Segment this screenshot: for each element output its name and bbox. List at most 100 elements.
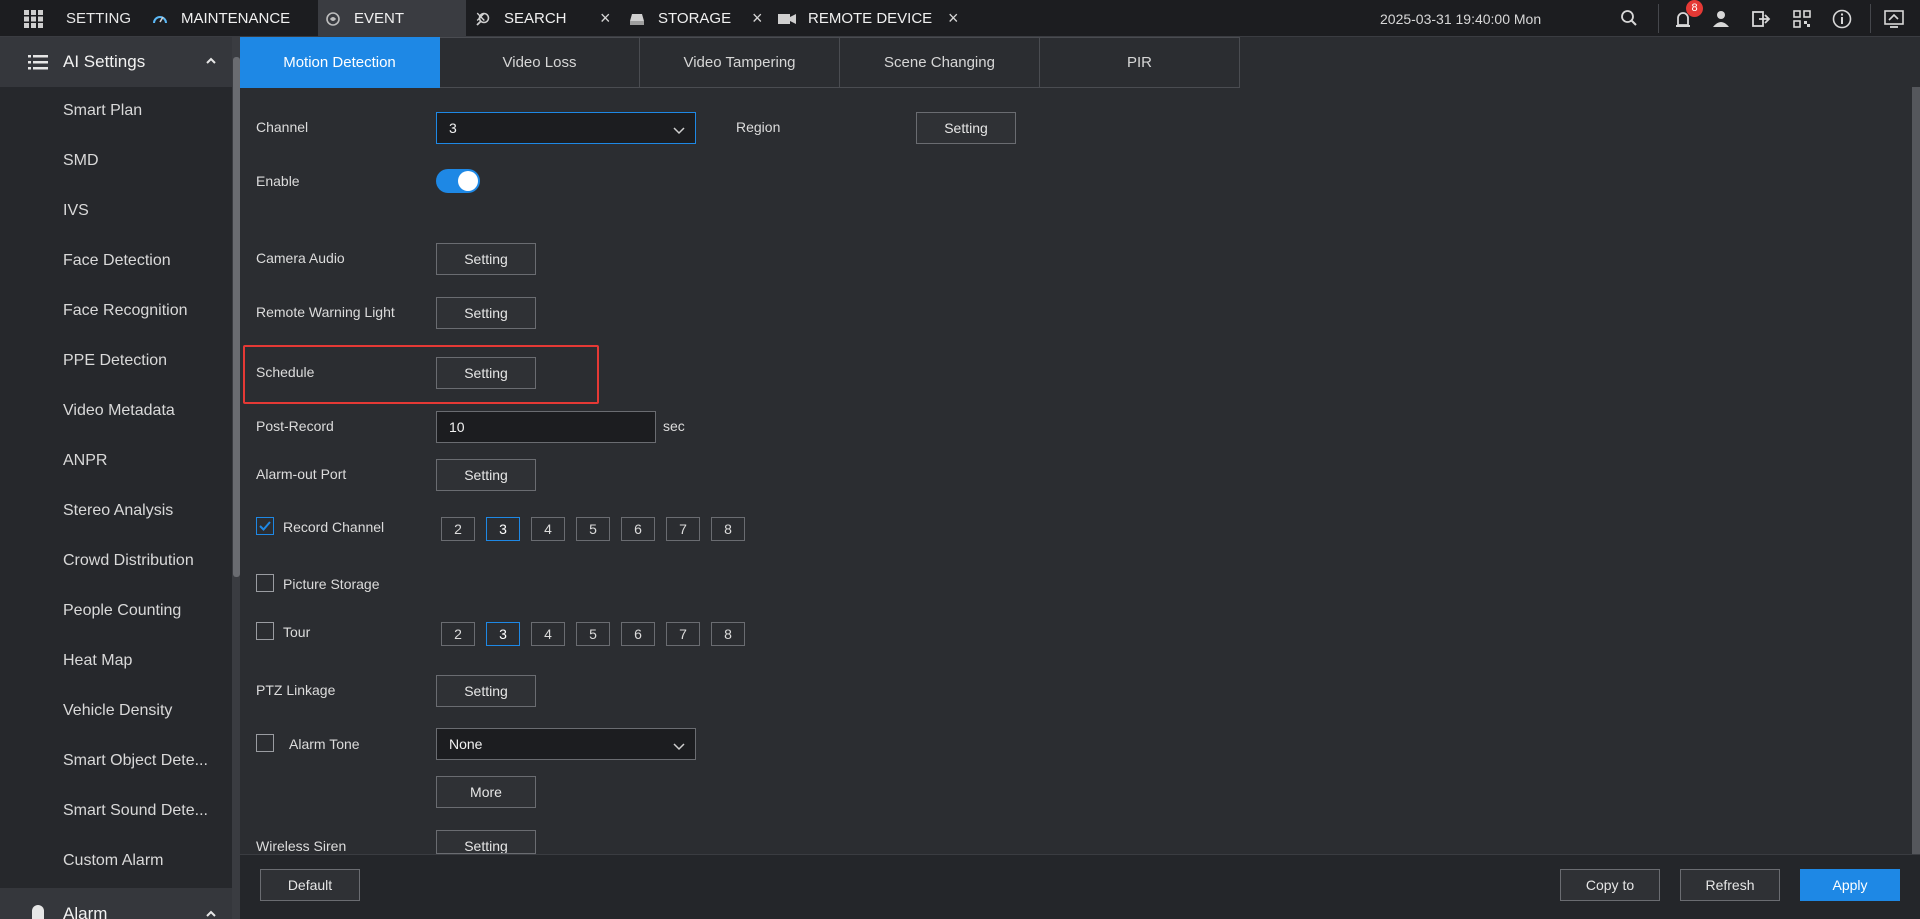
- tour-channel-7[interactable]: 7: [666, 622, 700, 646]
- tour-channel-4[interactable]: 4: [531, 622, 565, 646]
- remote-warning-light-setting-button[interactable]: Setting: [436, 297, 536, 329]
- live-view-icon[interactable]: [1884, 9, 1904, 29]
- enable-label: Enable: [256, 173, 300, 189]
- sidebar-group-label: AI Settings: [63, 52, 146, 71]
- post-record-input[interactable]: 10: [436, 411, 656, 443]
- tour-channel-5[interactable]: 5: [576, 622, 610, 646]
- sidebar-scrollbar-thumb[interactable]: [233, 57, 240, 577]
- post-record-unit: sec: [663, 418, 685, 434]
- enable-toggle[interactable]: [436, 169, 480, 193]
- camera-audio-setting-button[interactable]: Setting: [436, 243, 536, 275]
- chevron-up-icon: [205, 54, 217, 66]
- sidebar-group-alarm[interactable]: Alarm: [0, 888, 232, 919]
- copy-to-button[interactable]: Copy to: [1560, 869, 1660, 901]
- picture-storage-checkbox[interactable]: [256, 574, 274, 592]
- gauge-icon: [151, 10, 169, 28]
- footer-bar: Default Copy to Refresh Apply: [240, 854, 1920, 919]
- main-panel: Motion Detection Video Loss Video Tamper…: [240, 37, 1920, 919]
- sidebar-item-ivs[interactable]: IVS: [63, 202, 89, 220]
- divider: [1658, 4, 1659, 33]
- tour-channel-8[interactable]: 8: [711, 622, 745, 646]
- divider: [1870, 4, 1871, 33]
- schedule-label: Schedule: [256, 364, 315, 380]
- tab-pir[interactable]: PIR: [1040, 37, 1240, 88]
- sidebar-item-heat-map[interactable]: Heat Map: [63, 652, 132, 670]
- sidebar-item-face-recognition[interactable]: Face Recognition: [63, 302, 188, 320]
- top-bar: SETTING MAINTENANCE EVENT × SEARCH × STO…: [0, 0, 1920, 37]
- qr-code-icon[interactable]: [1792, 9, 1812, 29]
- chevron-down-icon: [673, 739, 685, 751]
- record-channel-3[interactable]: 3: [486, 517, 520, 541]
- sidebar-item-custom-alarm[interactable]: Custom Alarm: [63, 852, 163, 870]
- main-scrollbar-thumb[interactable]: [1912, 87, 1920, 867]
- app-grid-icon[interactable]: [24, 10, 44, 28]
- tab-storage[interactable]: STORAGE: [628, 0, 758, 37]
- sidebar-item-anpr[interactable]: ANPR: [63, 452, 107, 470]
- record-channel-5[interactable]: 5: [576, 517, 610, 541]
- wireless-siren-label: Wireless Siren: [256, 838, 347, 854]
- tab-search[interactable]: SEARCH: [474, 0, 614, 37]
- tour-channel-2[interactable]: 2: [441, 622, 475, 646]
- tab-event-label: EVENT: [354, 10, 405, 27]
- main-scrollbar[interactable]: [1912, 87, 1920, 885]
- record-channel-checkbox[interactable]: [256, 517, 274, 535]
- schedule-setting-button[interactable]: Setting: [436, 357, 536, 389]
- datetime: 2025-03-31 19:40:00 Mon: [1380, 11, 1542, 27]
- tab-video-loss[interactable]: Video Loss: [440, 37, 640, 88]
- sidebar-item-smd[interactable]: SMD: [63, 152, 99, 170]
- channel-label: Channel: [256, 119, 309, 135]
- sidebar-item-smart-sound-detection[interactable]: Smart Sound Dete...: [63, 802, 208, 820]
- refresh-button[interactable]: Refresh: [1680, 869, 1780, 901]
- close-icon[interactable]: ×: [600, 8, 611, 29]
- sidebar-item-vehicle-density[interactable]: Vehicle Density: [63, 702, 172, 720]
- region-setting-button[interactable]: Setting: [916, 112, 1016, 144]
- camera-audio-label: Camera Audio: [256, 250, 345, 266]
- alarm-siren-icon: [28, 902, 48, 919]
- channel-select-value: 3: [449, 120, 457, 136]
- sidebar-item-people-counting[interactable]: People Counting: [63, 602, 181, 620]
- record-channel-8[interactable]: 8: [711, 517, 745, 541]
- sidebar-item-crowd-distribution[interactable]: Crowd Distribution: [63, 552, 194, 570]
- more-button[interactable]: More: [436, 776, 536, 808]
- sidebar-item-video-metadata[interactable]: Video Metadata: [63, 402, 175, 420]
- tour-label: Tour: [283, 624, 311, 640]
- tour-channel-6[interactable]: 6: [621, 622, 655, 646]
- sidebar-item-stereo-analysis[interactable]: Stereo Analysis: [63, 502, 173, 520]
- sidebar-scrollbar[interactable]: [233, 37, 240, 919]
- sidebar: AI Settings Smart Plan SMD IVS Face Dete…: [0, 37, 233, 919]
- alarm-out-port-setting-button[interactable]: Setting: [436, 459, 536, 491]
- apply-button[interactable]: Apply: [1800, 869, 1900, 901]
- list-icon: [28, 52, 48, 72]
- alarm-count-badge: 8: [1686, 0, 1703, 17]
- tour-channel-3[interactable]: 3: [486, 622, 520, 646]
- sidebar-item-ppe-detection[interactable]: PPE Detection: [63, 352, 167, 370]
- ptz-linkage-setting-button[interactable]: Setting: [436, 675, 536, 707]
- tab-remote-device[interactable]: REMOTE DEVICE: [778, 0, 963, 37]
- setting-title[interactable]: SETTING: [66, 10, 131, 27]
- sidebar-item-smart-object-detection[interactable]: Smart Object Dete...: [63, 752, 208, 770]
- info-icon[interactable]: [1832, 9, 1852, 29]
- search-icon[interactable]: [1620, 9, 1640, 29]
- alarm-tone-select[interactable]: None: [436, 728, 696, 760]
- sidebar-group-ai-settings[interactable]: AI Settings: [0, 37, 232, 87]
- user-icon[interactable]: [1711, 9, 1731, 29]
- record-channel-6[interactable]: 6: [621, 517, 655, 541]
- record-channel-7[interactable]: 7: [666, 517, 700, 541]
- default-button[interactable]: Default: [260, 869, 360, 901]
- sidebar-item-smart-plan[interactable]: Smart Plan: [63, 102, 142, 120]
- close-icon[interactable]: ×: [752, 8, 763, 29]
- record-channel-2[interactable]: 2: [441, 517, 475, 541]
- tab-motion-detection[interactable]: Motion Detection: [240, 37, 440, 88]
- channel-select[interactable]: 3: [436, 112, 696, 144]
- tab-maintenance[interactable]: MAINTENANCE: [143, 0, 318, 37]
- tab-event[interactable]: EVENT ×: [318, 0, 486, 37]
- sidebar-item-face-detection[interactable]: Face Detection: [63, 252, 171, 270]
- alarm-tone-checkbox[interactable]: [256, 734, 274, 752]
- tab-video-tampering[interactable]: Video Tampering: [640, 37, 840, 88]
- tab-scene-changing[interactable]: Scene Changing: [840, 37, 1040, 88]
- logout-icon[interactable]: [1751, 9, 1771, 29]
- wireless-siren-setting-button[interactable]: Setting: [436, 830, 536, 854]
- close-icon[interactable]: ×: [948, 8, 959, 29]
- tour-checkbox[interactable]: [256, 622, 274, 640]
- record-channel-4[interactable]: 4: [531, 517, 565, 541]
